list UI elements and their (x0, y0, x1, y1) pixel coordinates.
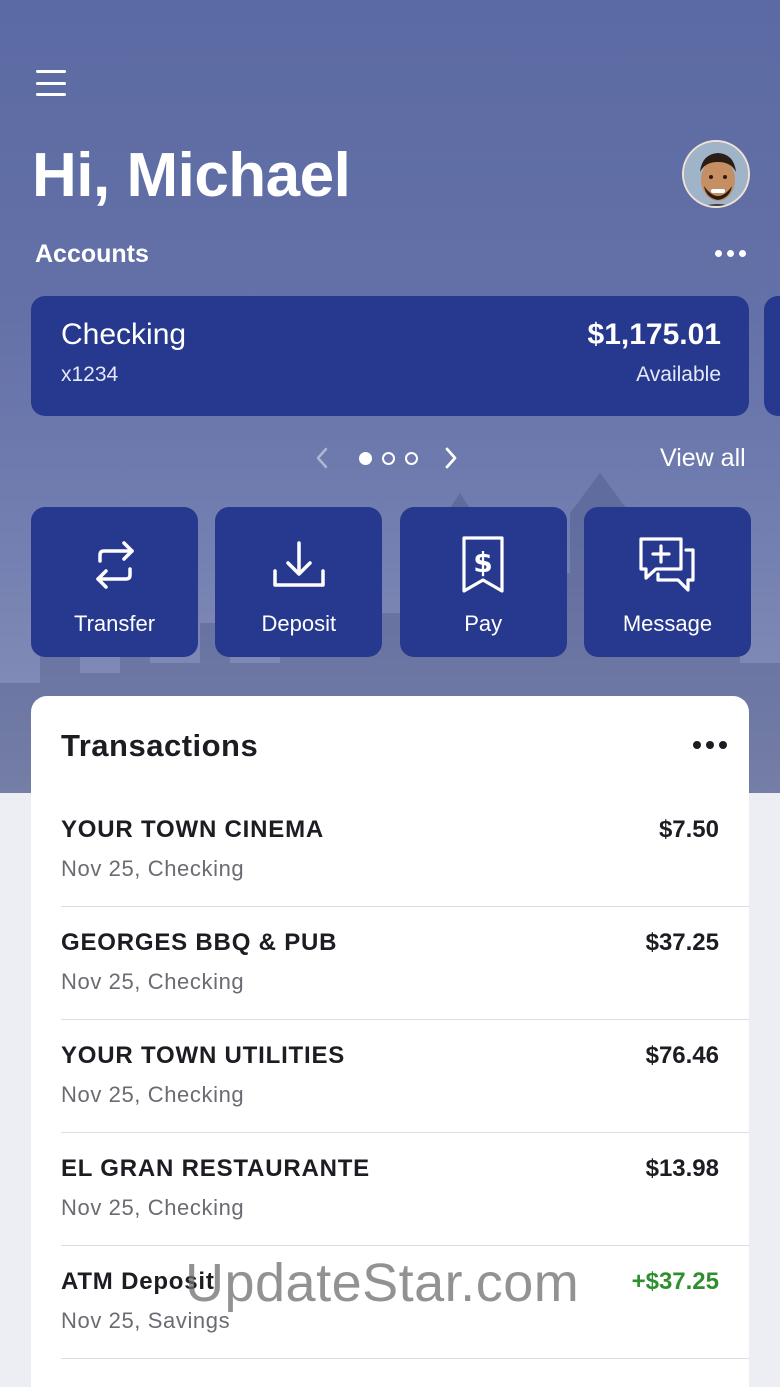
svg-text:$: $ (473, 546, 492, 579)
transactions-title: Transactions (61, 728, 259, 763)
transfer-button[interactable]: Transfer (31, 507, 198, 657)
transaction-amount: $7.50 (658, 816, 719, 843)
message-icon (638, 535, 696, 595)
transaction-row[interactable]: GEORGES BBQ & PUB Nov 25, Checking $37.2… (61, 907, 749, 1020)
accounts-section-label: Accounts (35, 240, 149, 268)
transaction-amount: $13.98 (645, 1155, 719, 1182)
account-balance: $1,175.01 (587, 318, 721, 351)
transaction-detail: Nov 25, Checking (61, 1195, 245, 1220)
transactions-panel: Transactions YOUR TOWN CINEMA Nov 25, Ch… (31, 696, 749, 1387)
message-button[interactable]: Message (583, 507, 751, 657)
next-account-icon[interactable] (437, 443, 465, 473)
transaction-row[interactable]: YOUR TOWN UTILITIES Nov 25, Checking $76… (61, 1020, 749, 1133)
previous-account-icon[interactable] (308, 443, 336, 473)
pay-label: Pay (464, 611, 503, 636)
transaction-merchant: EL GRAN RESTAURANTE (61, 1155, 370, 1182)
transaction-detail: Nov 25, Checking (61, 1082, 245, 1107)
account-card-checking[interactable]: Checking x1234 $1,175.01 Available (31, 296, 749, 416)
account-number: x1234 (61, 363, 119, 386)
transfer-label: Transfer (73, 611, 156, 636)
pager-dot-2[interactable] (382, 451, 395, 465)
transaction-merchant: YOUR TOWN CINEMA (61, 816, 325, 843)
greeting-title: Hi, Michael (32, 141, 351, 210)
pay-button[interactable]: $ Pay (399, 507, 567, 657)
pager-dot-3[interactable] (405, 451, 418, 465)
transaction-detail: Nov 25, Checking (61, 969, 245, 994)
pager-dot-1[interactable] (359, 451, 372, 465)
transaction-amount: $37.25 (645, 929, 719, 956)
account-pager (308, 442, 465, 474)
deposit-button[interactable]: Deposit (215, 507, 383, 657)
account-card-next[interactable] (764, 296, 780, 416)
quick-actions: Transfer Deposit $ Pay Message (31, 507, 751, 657)
accounts-more-options-icon[interactable] (715, 250, 746, 257)
transaction-row[interactable]: YOUR TOWN CINEMA Nov 25, Checking $7.50 (61, 794, 749, 907)
view-all-accounts-link[interactable]: View all (660, 444, 746, 473)
transaction-detail: Nov 25, Savings (61, 1308, 231, 1333)
transaction-merchant: ATM Deposit (61, 1268, 215, 1295)
transactions-list: YOUR TOWN CINEMA Nov 25, Checking $7.50 … (61, 794, 749, 1359)
account-balance-label: Available (636, 363, 721, 386)
transaction-merchant: GEORGES BBQ & PUB (61, 929, 338, 956)
transaction-amount: +$37.25 (631, 1268, 719, 1295)
message-label: Message (622, 611, 713, 636)
deposit-icon (271, 535, 327, 595)
hamburger-menu-icon[interactable] (36, 70, 70, 96)
transaction-row[interactable]: ATM Deposit Nov 25, Savings +$37.25 (61, 1246, 749, 1359)
profile-avatar[interactable] (682, 140, 750, 208)
transaction-merchant: YOUR TOWN UTILITIES (61, 1042, 346, 1069)
transfer-icon (90, 535, 140, 595)
transactions-more-options-icon[interactable] (693, 741, 727, 749)
transaction-detail: Nov 25, Checking (61, 856, 245, 881)
deposit-label: Deposit (261, 611, 337, 636)
transaction-row[interactable]: EL GRAN RESTAURANTE Nov 25, Checking $13… (61, 1133, 749, 1246)
bill-pay-icon: $ (460, 535, 506, 595)
account-name: Checking (61, 318, 187, 351)
transaction-amount: $76.46 (645, 1042, 719, 1069)
